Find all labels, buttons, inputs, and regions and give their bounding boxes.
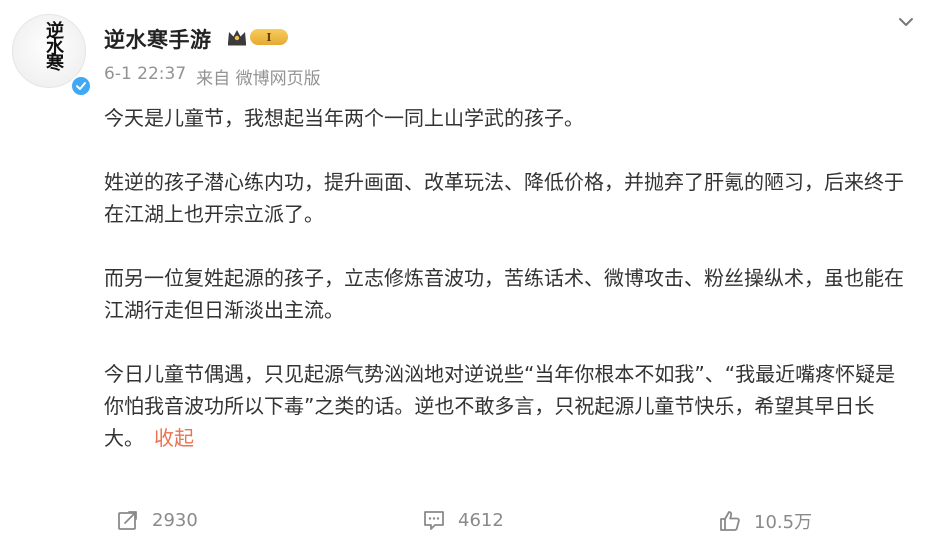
collapse-link[interactable]: 收起: [154, 426, 194, 450]
paragraph-text: 今日儿童节偶遇，只见起源气势汹汹地对逆说些“当年你根本不如我”、“我最近嘴疼怀疑…: [104, 362, 896, 450]
comment-icon: [424, 511, 444, 530]
comment-button[interactable]: 4612: [422, 508, 504, 532]
repost-icon: [118, 511, 137, 530]
repost-count: 2930: [152, 509, 198, 531]
comment-count: 4612: [458, 509, 504, 531]
repost-button[interactable]: 2930: [116, 508, 198, 532]
like-button[interactable]: 10.5万: [718, 508, 812, 534]
level-badge[interactable]: I: [226, 26, 288, 48]
post-source: 来自 微博网页版: [196, 69, 321, 89]
username[interactable]: 逆水寒手游: [104, 24, 212, 54]
post-content: 今天是儿童节，我想起当年两个一同上山学武的孩子。 姓逆的孩子潜心练内功，提升画面…: [104, 102, 904, 454]
post-meta: 6-1 22:37 来自 微博网页版: [104, 64, 321, 89]
action-bar: 2930 4612 10.5万: [0, 508, 928, 542]
crown-icon: [228, 30, 246, 46]
level-label: I: [250, 29, 288, 45]
paragraph: 姓逆的孩子潜心练内功，提升画面、改革玩法、降低价格，并抛弃了肝氪的陋习，后来终于…: [104, 170, 904, 226]
like-count: 10.5万: [754, 512, 813, 533]
verified-icon: [70, 75, 92, 97]
avatar-calligraphy: 逆水寒: [43, 21, 64, 69]
weibo-post-card: 逆水寒 逆水寒手游 I 6-1 22:37 来自 微博网页版 今天是儿童节，我想…: [0, 0, 928, 554]
paragraph: 今天是儿童节，我想起当年两个一同上山学武的孩子。: [104, 106, 584, 130]
paragraph-last: 今日儿童节偶遇，只见起源气势汹汹地对逆说些“当年你根本不如我”、“我最近嘴疼怀疑…: [104, 358, 904, 454]
chevron-down-icon[interactable]: [896, 12, 916, 32]
post-time[interactable]: 6-1 22:37: [104, 64, 186, 89]
paragraph: 而另一位复姓起源的孩子，立志修炼音波功，苦练话术、微博攻击、粉丝操纵术，虽也能在…: [104, 266, 904, 322]
thumbs-up-icon: [720, 511, 740, 531]
